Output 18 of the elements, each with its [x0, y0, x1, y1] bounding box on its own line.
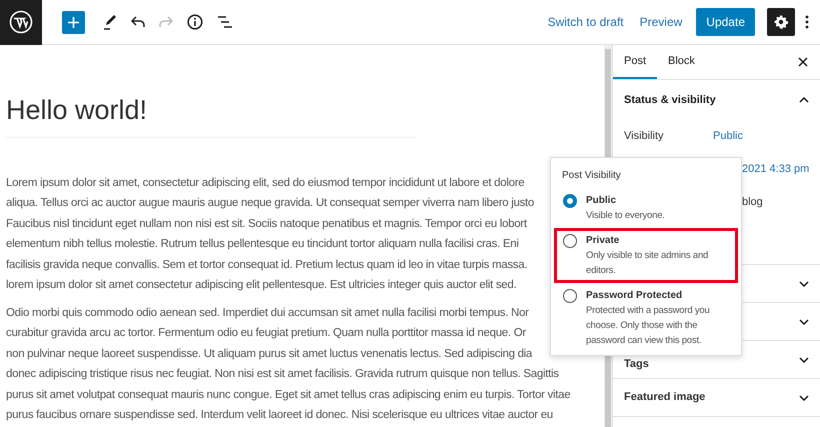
paragraph-line: purus faucibus ornare suspendisse sed. Interdum velit laoreet id donec. Nisi scelerisque eu ultrices vitae auctor eu	[6, 408, 553, 423]
paragraph-line: donec adipiscing tristique risus nec feugiat. Non nisi est sit amet facilisis. Gravida rutrum quisque non tellus. Sagittis	[6, 367, 559, 382]
paragraph-line: non pulvinar neque laoreet suspendisse. Ut aliquam purus sit amet luctus venenatis lectus. Sed adipiscing dia	[6, 346, 532, 362]
field-label: Visibility	[624, 129, 665, 144]
paragraph-line: Lorem ipsum dolor sit amet, consectetur adipiscing elit, sed do eiusmod tempor incididunt ut labore et dolore	[6, 176, 524, 190]
option-description: Protected with a password you choose. Only those with the password can view this post.	[586, 304, 711, 348]
paragraph-line: aliqua. Tellus orci ac auctor augue mauris augue neque gravida. Ut consequat semper viverra nam libero justo	[6, 196, 534, 211]
paragraph-line: elementum nibh tellus molestie. Rutrum tellus pellentesque eu tincidunt tortor aliquam nulla facilisi cras. Eni	[6, 237, 519, 252]
popover-title: Post Visibility	[562, 169, 622, 183]
paragraph-line: facilisis gravida neque convallis. Sem et tortor consequat id. Pretium lectus quam id leo in vitae turpis massa.	[6, 258, 528, 272]
option-description: Visible to everyone.	[586, 209, 665, 223]
option-description: Only visible to site admins and editors.	[586, 249, 710, 278]
option-label: blog	[742, 195, 763, 210]
paragraph-line: purus sit amet volutpat consequat mauris nunc congue. Eget sit amet tellus cras adipiscing enim eu turpis. Tortor vitae	[6, 388, 570, 402]
paragraph-line: Odio morbi quis commodo odio aenean sed. Imperdiet dui accumsan sit amet nulla facilisi morbi tempus. Nor	[6, 306, 529, 320]
paragraph-line: Faucibus nisl tincidunt eget nullam non nisi est sit. Sociis natoque penatibus et magnis. Tempor orci eu lobort	[6, 216, 527, 232]
paragraph-line: curabitur gravida arcu ac tortor. Fermentum odio eu feugiat pretium. Quam nulla porttitor massa id neque. Or	[6, 326, 526, 341]
paragraph-line: lorem ipsum dolor sit amet consectetur adipiscing elit pellentesque. Est ultricies integer quis auctor elit sed.	[6, 278, 516, 293]
